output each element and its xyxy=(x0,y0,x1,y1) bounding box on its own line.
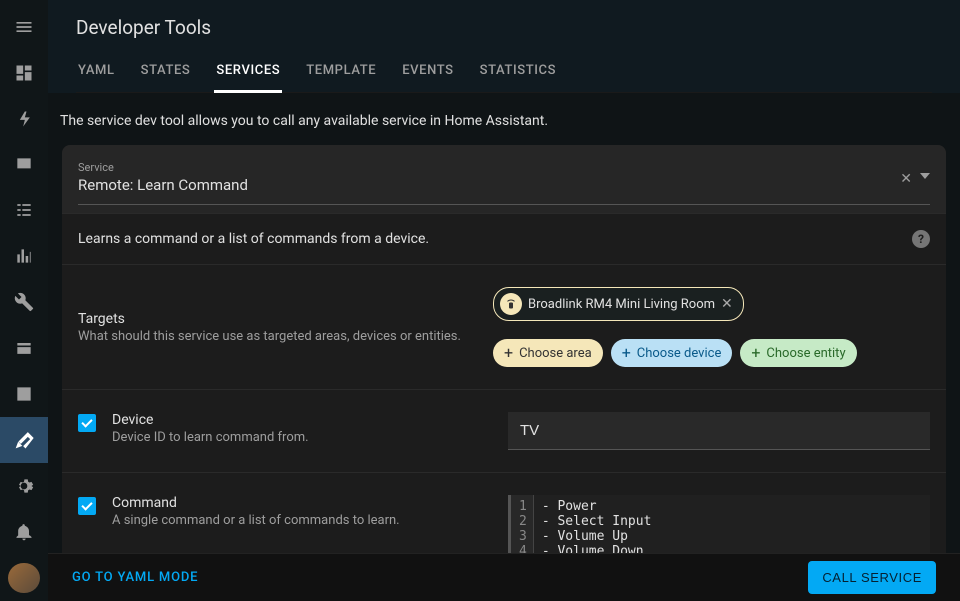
choose-area-label: Choose area xyxy=(519,346,592,361)
targets-desc: What should this service use as targeted… xyxy=(78,329,493,344)
yaml-mode-link[interactable]: GO TO YAML MODE xyxy=(72,570,198,585)
tab-template[interactable]: TEMPLATE xyxy=(304,53,378,93)
call-service-button[interactable]: CALL SERVICE xyxy=(808,561,936,594)
page-description: The service dev tool allows you to call … xyxy=(60,93,960,145)
selected-device-label: Broadlink RM4 Mini Living Room xyxy=(528,297,715,312)
choose-entity-button[interactable]: + Choose entity xyxy=(740,339,856,367)
code-line: - Volume Up xyxy=(542,529,922,544)
sidebar-wrench-icon[interactable] xyxy=(0,279,48,325)
choose-area-button[interactable]: + Choose area xyxy=(493,339,603,367)
tab-services[interactable]: SERVICES xyxy=(214,53,282,93)
remove-device-icon[interactable]: ✕ xyxy=(721,296,733,312)
targets-label: Targets xyxy=(78,311,493,327)
plus-icon: + xyxy=(504,345,513,361)
tab-yaml[interactable]: YAML xyxy=(76,53,117,93)
sidebar-history-icon[interactable] xyxy=(0,233,48,279)
clear-icon[interactable]: ✕ xyxy=(900,171,912,187)
sidebar-settings-icon[interactable] xyxy=(0,463,48,509)
service-description: Learns a command or a list of commands f… xyxy=(78,231,429,247)
command-checkbox[interactable] xyxy=(78,497,96,515)
service-selector-value: Remote: Learn Command xyxy=(78,176,930,202)
tab-statistics[interactable]: STATISTICS xyxy=(478,53,558,93)
hamburger-menu-icon[interactable] xyxy=(0,4,48,50)
tab-events[interactable]: EVENTS xyxy=(400,53,455,93)
code-line: - Power xyxy=(542,499,922,514)
service-selector-label: Service xyxy=(78,161,930,174)
device-param-desc: Device ID to learn command from. xyxy=(112,430,492,445)
code-gutter: 1234 xyxy=(511,495,534,553)
command-param-label: Command xyxy=(112,495,492,511)
service-selector[interactable]: Service Remote: Learn Command ✕ xyxy=(62,145,946,214)
device-checkbox[interactable] xyxy=(78,414,96,432)
code-line: - Select Input xyxy=(542,514,922,529)
selected-device-chip[interactable]: Broadlink RM4 Mini Living Room ✕ xyxy=(493,287,744,321)
device-param-label: Device xyxy=(112,412,492,428)
plus-icon: + xyxy=(751,345,760,361)
command-param-desc: A single command or a list of commands t… xyxy=(112,513,492,528)
sidebar-developer-tools-icon[interactable] xyxy=(0,417,48,463)
tabs: YAML STATES SERVICES TEMPLATE EVENTS STA… xyxy=(76,53,932,93)
choose-device-button[interactable]: + Choose device xyxy=(611,339,733,367)
choose-device-label: Choose device xyxy=(637,346,722,361)
sidebar-dashboard-icon[interactable] xyxy=(0,50,48,96)
sidebar-user-avatar[interactable] xyxy=(8,563,40,594)
sidebar-hacs-icon[interactable] xyxy=(0,325,48,371)
sidebar-logbook-icon[interactable] xyxy=(0,188,48,234)
plus-icon: + xyxy=(622,345,631,361)
code-line: - Volume Down xyxy=(542,544,922,553)
page-title: Developer Tools xyxy=(76,0,932,53)
device-input[interactable] xyxy=(508,412,930,450)
chevron-down-icon[interactable] xyxy=(920,171,930,187)
sidebar-notifications-icon[interactable] xyxy=(0,509,48,555)
sidebar-energy-icon[interactable] xyxy=(0,96,48,142)
sidebar-media-icon[interactable] xyxy=(0,371,48,417)
help-icon[interactable]: ? xyxy=(912,230,930,248)
choose-entity-label: Choose entity xyxy=(766,346,845,361)
command-editor[interactable]: 1234 - Power - Select Input - Volume Up … xyxy=(508,495,930,553)
sidebar-map-icon[interactable] xyxy=(0,142,48,188)
tab-states[interactable]: STATES xyxy=(139,53,193,93)
remote-icon xyxy=(500,293,522,315)
